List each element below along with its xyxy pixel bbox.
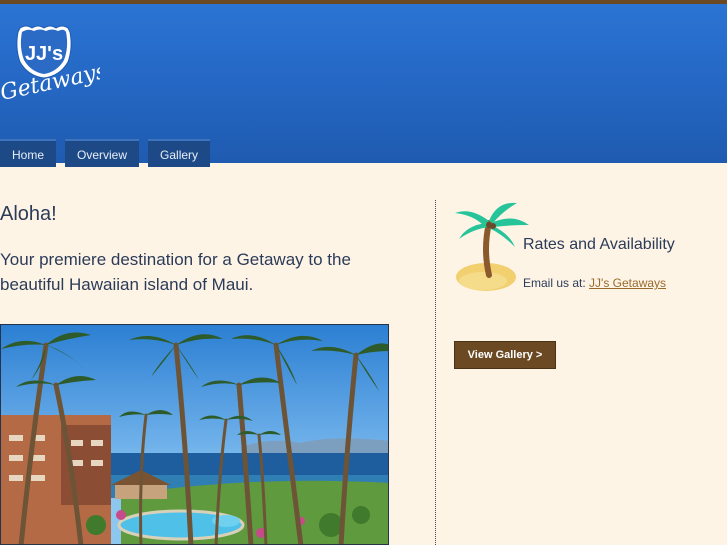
rates-heading: Rates and Availability <box>523 236 675 253</box>
greeting-heading: Aloha! <box>0 203 57 225</box>
intro-text: Your premiere destination for a Getaway … <box>0 250 351 294</box>
email-line: Email us at: JJ's Getaways <box>523 276 666 290</box>
email-link[interactable]: JJ's Getaways <box>589 276 666 290</box>
resort-photo <box>0 324 389 545</box>
view-gallery-button[interactable]: View Gallery > <box>454 341 556 369</box>
email-prefix: Email us at: <box>523 276 586 290</box>
palm-island-icon <box>455 202 529 291</box>
column-divider <box>435 200 436 545</box>
jjs-getaways-logo[interactable]: JJ's Getaways <box>0 20 100 110</box>
main-content: Aloha! Your premiere destination for a G… <box>0 163 420 545</box>
site-header: JJ's Getaways Home Overview Gallery <box>0 4 727 167</box>
svg-text:JJ's: JJ's <box>25 43 63 65</box>
